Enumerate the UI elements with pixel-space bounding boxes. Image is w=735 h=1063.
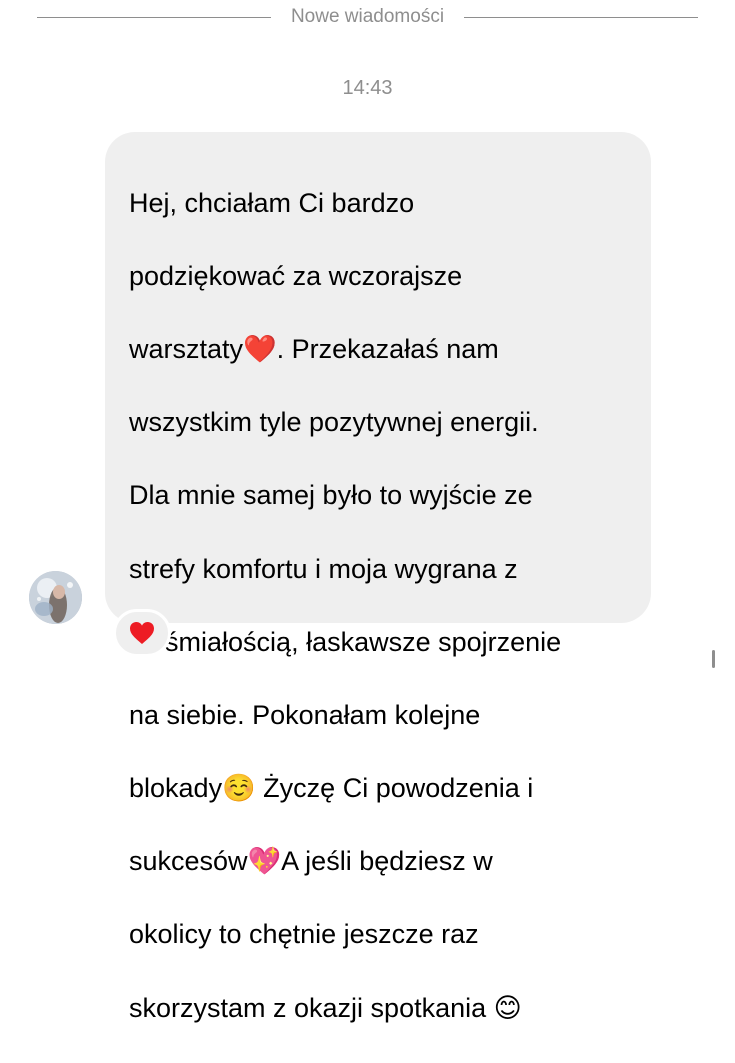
message-line: sukcesów💖A jeśli będziesz w bbox=[129, 846, 493, 877]
message-line: podziękować za wczorajsze bbox=[129, 260, 463, 291]
message-line: blokady☺️ Życzę Ci powodzenia i bbox=[129, 773, 534, 804]
message-line: na siebie. Pokonałam kolejne bbox=[129, 699, 481, 730]
heart-icon bbox=[130, 622, 154, 644]
message-line: wszystkim tyle pozytywnej energii. bbox=[129, 407, 539, 438]
message-line: nieśmiałością, łaskawsze spojrzenie bbox=[129, 626, 562, 657]
message-timestamp: 14:43 bbox=[342, 77, 393, 99]
new-messages-label: Nowe wiadomości bbox=[290, 6, 445, 27]
heart-reaction[interactable] bbox=[113, 609, 171, 657]
message-line: okolicy to chętnie jeszcze raz bbox=[129, 919, 479, 950]
message-text: Hej, chciałam Ci bardzo podziękować za w… bbox=[129, 148, 631, 1063]
message-line: skorzystam z okazji spotkania 😊 bbox=[129, 992, 522, 1023]
sender-avatar[interactable] bbox=[29, 571, 82, 624]
new-messages-divider: Nowe wiadomości bbox=[37, 4, 698, 30]
message-line: Dla mnie samej było to wyjście ze bbox=[129, 480, 533, 511]
message-bubble[interactable]: Hej, chciałam Ci bardzo podziękować za w… bbox=[105, 132, 651, 1023]
scrollbar[interactable] bbox=[712, 650, 715, 668]
message-line: warsztaty❤️. Przekazałaś nam bbox=[129, 333, 499, 364]
avatar-image bbox=[29, 571, 82, 624]
message-line: strefy komfortu i moja wygrana z bbox=[129, 553, 518, 584]
message-line: Hej, chciałam Ci bardzo bbox=[129, 187, 415, 218]
divider-line-left bbox=[37, 16, 271, 18]
divider-line-right bbox=[464, 16, 698, 18]
